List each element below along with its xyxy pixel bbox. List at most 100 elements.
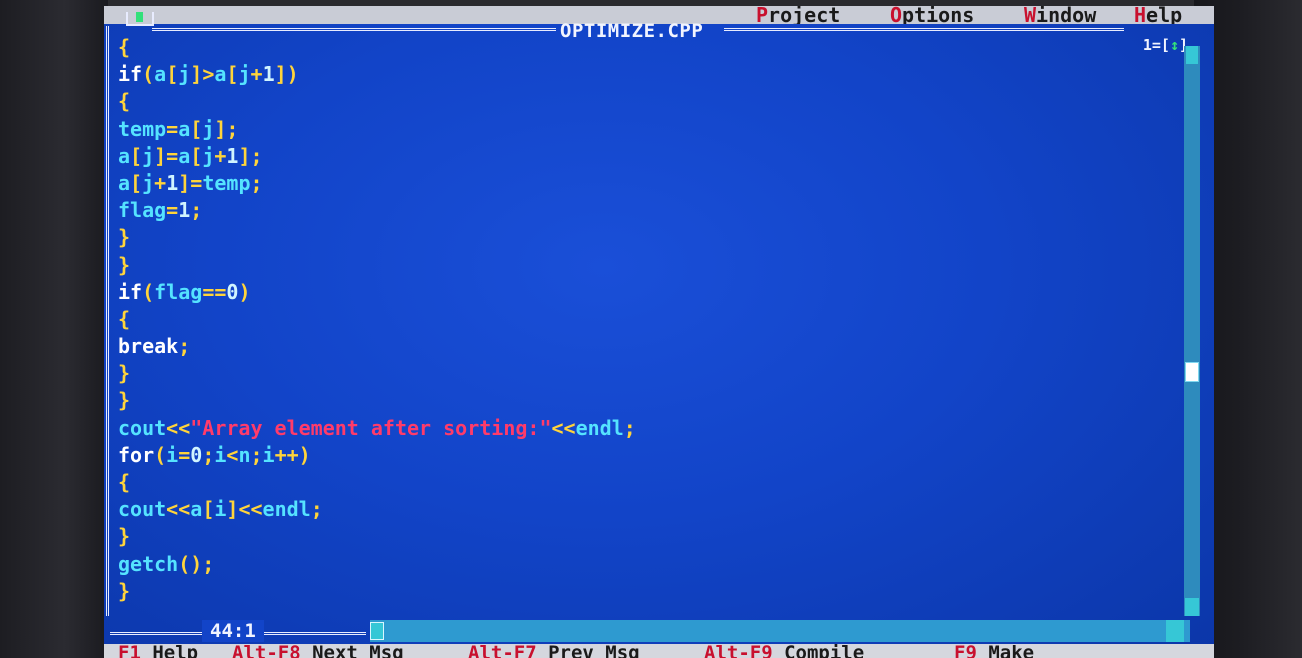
code-line[interactable]: { [118,88,636,115]
code-token: ]; [214,116,239,141]
vertical-scrollbar[interactable] [1184,46,1200,616]
code-token: } [118,252,131,277]
code-token: a [190,497,203,522]
code-line[interactable]: for(i=0;i<n;i++) [118,442,636,469]
status-compile[interactable]: Alt-F9 Compile [704,644,864,658]
code-token: } [118,578,131,603]
window-frame-left [106,26,113,616]
code-token: ; [250,170,263,195]
code-token: [ [130,170,143,195]
code-token: << [166,497,191,522]
code-token: j [202,116,215,141]
code-token: temp [118,116,167,141]
code-token: i [214,442,227,467]
code-line[interactable]: getch(); [118,551,636,578]
code-token: j [142,143,155,168]
code-token: a [214,62,227,87]
code-token: } [118,361,131,386]
code-line[interactable]: { [118,34,636,61]
menu-window[interactable]: Window [1024,6,1096,24]
code-token: ; [310,497,323,522]
horizontal-scrollbar[interactable] [370,620,1190,642]
code-token: 1 [178,198,191,223]
code-token: ]= [178,170,203,195]
status-f1-help[interactable]: F1 Help [118,644,198,658]
code-token: j [238,62,251,87]
status-next-msg[interactable]: Alt-F8 Next Msg [232,644,404,658]
code-token: break [118,334,179,359]
code-token: } [118,388,131,413]
code-token: ; [250,442,263,467]
window-number: 1=[↕] [1142,36,1188,54]
code-token: ( [154,442,167,467]
status-make[interactable]: F9 Make [954,644,1034,658]
code-token: a [118,143,131,168]
turbo-cpp-screen: Project Options Window Help OPTIMIZE.CPP… [104,6,1214,658]
code-token: temp [202,170,251,195]
code-token: [ [190,116,203,141]
code-token: flag [118,198,167,223]
code-token: 1 [226,143,239,168]
window-frame-top-right [724,28,1124,31]
code-token: ; [190,198,203,223]
zoom-icon[interactable]: ↕ [1170,36,1179,54]
scroll-up-arrow-icon[interactable] [1186,46,1198,64]
code-token: ]<< [226,497,263,522]
scroll-right-arrow-icon[interactable] [1166,620,1184,642]
menu-window-label: indow [1036,6,1097,24]
code-line[interactable]: if(a[j]>a[j+1]) [118,61,636,88]
code-token: ; [623,415,636,440]
horizontal-scroll-thumb[interactable] [370,622,384,640]
code-token: << [166,415,191,440]
window-close-box[interactable] [126,12,154,26]
code-line[interactable]: } [118,523,636,550]
close-icon [136,12,143,22]
code-token: if [118,279,143,304]
scroll-down-arrow-icon[interactable] [1185,598,1199,616]
code-line[interactable]: } [118,224,636,251]
code-token: { [118,470,131,494]
code-line[interactable]: temp=a[j]; [118,116,636,143]
code-line[interactable]: } [118,252,636,279]
window-frame-top-left [152,28,556,31]
code-line[interactable]: cout<<"Array element after sorting:"<<en… [118,415,636,442]
code-line[interactable]: { [118,469,636,496]
code-token: ( [142,279,155,304]
code-line[interactable]: cout<<a[i]<<endl; [118,496,636,523]
code-token: = [178,442,191,467]
status-prev-msg[interactable]: Alt-F7 Prev Msg [468,644,640,658]
code-line[interactable]: if(flag==0) [118,279,636,306]
menu-options-label: ptions [902,6,975,24]
code-line[interactable]: break; [118,333,636,360]
code-line[interactable]: a[j+1]=temp; [118,170,636,197]
menu-help[interactable]: Help [1134,6,1182,24]
code-token: ]) [274,62,299,87]
code-token: flag [154,279,203,304]
code-token: n [238,442,251,467]
code-token: cout [118,497,167,522]
code-line[interactable]: flag=1; [118,197,636,224]
monitor-bezel-left [0,0,108,658]
code-token: { [118,35,131,59]
code-line[interactable]: a[j]=a[j+1]; [118,143,636,170]
code-editor[interactable]: {if(a[j]>a[j+1]){temp=a[j]; a[j]=a[j+1]; a… [118,34,636,605]
code-token: a [178,143,191,168]
code-token: a [154,62,167,87]
code-line[interactable]: } [118,578,636,605]
code-token: ( [142,62,155,87]
code-token: } [118,225,131,250]
code-token: { [118,89,131,114]
code-token: a [178,116,191,141]
code-token: j [202,143,215,168]
code-line[interactable]: } [118,360,636,387]
code-line[interactable]: { [118,306,636,333]
vertical-scroll-thumb[interactable] [1185,362,1199,382]
code-line[interactable]: } [118,387,636,414]
code-token: } [118,524,131,549]
menu-options[interactable]: Options [890,6,974,24]
menu-project[interactable]: Project [756,6,840,24]
code-token: endl [262,497,311,522]
cursor-position: 44:1 [202,620,264,642]
code-token: i [262,442,275,467]
code-token: j [178,62,191,87]
